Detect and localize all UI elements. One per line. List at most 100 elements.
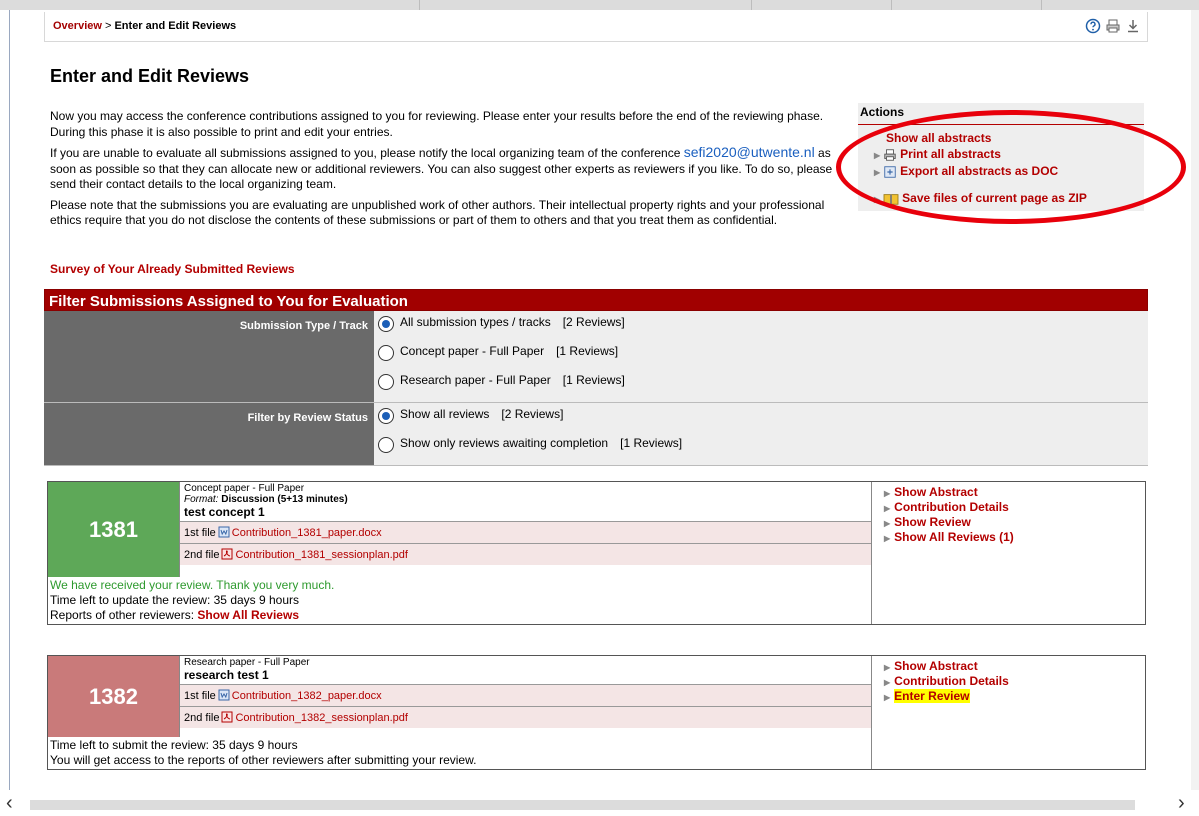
file-link[interactable]: Contribution_1381_paper.docx: [232, 527, 382, 539]
status-option-awaiting[interactable]: Show only reviews awaiting completion [1 …: [378, 436, 1148, 465]
contribution-details-link[interactable]: ▶ Contribution Details: [884, 674, 1145, 689]
submission-links: ▶ Show Abstract ▶ Contribution Details ▶ Sh…: [872, 482, 1145, 577]
submission-number: 1381: [48, 482, 180, 577]
type-option-count: [1 Reviews]: [562, 373, 625, 387]
status-option-count: [1 Reviews]: [620, 436, 683, 450]
bullet-icon: ▶: [884, 519, 891, 528]
breadcrumb-separator: >: [101, 20, 115, 32]
show-all-abstracts-link[interactable]: Show all abstracts: [886, 131, 991, 145]
vertical-scrollbar[interactable]: [1191, 10, 1199, 790]
file-label: 1st file: [184, 527, 216, 539]
submission-status: We have received your review. Thank you …: [48, 577, 872, 624]
actions-panel: Actions Show all abstracts ▶ Print all ab…: [858, 103, 1144, 211]
bullet-icon: ▶: [874, 151, 881, 160]
type-option-label: Research paper - Full Paper: [400, 373, 551, 387]
pdf-file-icon: [221, 711, 233, 723]
time-left: Time left to submit the review: 35 days …: [50, 738, 298, 752]
filter-type-row: Submission Type / Track All submission t…: [44, 311, 1148, 403]
file-link[interactable]: Contribution_1382_sessionplan.pdf: [235, 712, 407, 724]
link-label: Show Abstract: [894, 485, 978, 499]
print-icon: [884, 149, 896, 161]
status-option-all[interactable]: Show all reviews [2 Reviews]: [378, 407, 1148, 436]
zip-icon: [883, 194, 899, 205]
submission-card-1382: 1382 Research paper - Full Paper researc…: [47, 655, 1146, 770]
breadcrumb-bar: Overview > Enter and Edit Reviews: [44, 12, 1148, 42]
file-row-1: 1st file Contribution_1382_paper.docx: [180, 684, 871, 706]
file-link[interactable]: Contribution_1382_paper.docx: [232, 690, 382, 702]
reports-line: Reports of other reviewers: Show All Rev…: [50, 608, 869, 623]
link-label: Contribution Details: [894, 500, 1009, 514]
submission-status: Time left to submit the review: 35 days …: [48, 737, 872, 769]
submission-format: Format: Discussion (5+13 minutes): [180, 494, 871, 505]
organizer-email: sefi2020@utwente.nl: [683, 144, 815, 160]
docx-file-icon: [218, 526, 230, 538]
filter-panel: Filter Submissions Assigned to You for E…: [44, 289, 1148, 466]
survey-reviews-link[interactable]: Survey of Your Already Submitted Reviews: [50, 262, 295, 276]
access-note: You will get access to the reports of ot…: [50, 753, 477, 767]
breadcrumb: Overview > Enter and Edit Reviews: [53, 20, 236, 32]
actions-divider: [858, 124, 1144, 125]
submission-card-1381: 1381 Concept paper - Full Paper Format: …: [47, 481, 1146, 625]
breadcrumb-current: Enter and Edit Reviews: [114, 20, 237, 32]
print-all-abstracts-link[interactable]: ▶ Print all abstracts: [874, 147, 1001, 162]
filter-status-row: Filter by Review Status Show all reviews…: [44, 403, 1148, 466]
intro-paragraph-3: Please note that the submissions you are…: [50, 197, 825, 228]
radio-button[interactable]: [378, 437, 394, 453]
show-all-reviews-link[interactable]: ▶ Show All Reviews (1): [884, 530, 1145, 545]
format-label: Format:: [184, 494, 219, 505]
help-icon[interactable]: [1085, 18, 1101, 34]
link-label: Show Abstract: [894, 659, 978, 673]
type-option-label: All submission types / tracks: [400, 315, 551, 329]
type-option-label: Concept paper - Full Paper: [400, 344, 545, 358]
status-option-label: Show all reviews: [400, 407, 490, 421]
print-icon[interactable]: [1105, 18, 1121, 34]
scrollbar-track[interactable]: [30, 800, 1135, 810]
review-received-message: We have received your review. Thank you …: [50, 578, 335, 592]
type-option-count: [2 Reviews]: [562, 315, 625, 329]
print-all-label: Print all abstracts: [900, 147, 1001, 161]
link-label: Contribution Details: [894, 674, 1009, 688]
status-option-label: Show only reviews awaiting completion: [400, 436, 609, 450]
horizontal-scrollbar[interactable]: ‹ ›: [0, 790, 1199, 816]
show-review-link[interactable]: ▶ Show Review: [884, 515, 1145, 530]
radio-button[interactable]: [378, 374, 394, 390]
export-doc-link[interactable]: ▶ Export all abstracts as DOC: [874, 164, 1058, 179]
radio-button[interactable]: [378, 345, 394, 361]
download-icon[interactable]: [1125, 18, 1141, 34]
docx-file-icon: [218, 689, 230, 701]
filter-type-label: Submission Type / Track: [44, 311, 374, 402]
file-label: 1st file: [184, 690, 216, 702]
status-option-count: [2 Reviews]: [501, 407, 564, 421]
submission-title: test concept 1: [184, 505, 265, 519]
export-doc-icon: [884, 166, 896, 178]
type-option-all[interactable]: All submission types / tracks [2 Reviews]: [378, 315, 1148, 344]
contribution-details-link[interactable]: ▶ Contribution Details: [884, 500, 1145, 515]
file-row-1: 1st file Contribution_1381_paper.docx: [180, 521, 871, 543]
filter-status-label: Filter by Review Status: [44, 403, 374, 465]
submission-type: Concept paper - Full Paper: [184, 483, 305, 494]
link-label: Enter Review: [894, 689, 970, 703]
intro-paragraph-2: If you are unable to evaluate all submis…: [50, 144, 840, 193]
type-option-research[interactable]: Research paper - Full Paper [1 Reviews]: [378, 373, 1148, 402]
type-option-concept[interactable]: Concept paper - Full Paper [1 Reviews]: [378, 344, 1148, 373]
radio-button[interactable]: [378, 408, 394, 424]
arrow-left-icon[interactable]: ‹: [6, 792, 13, 815]
save-zip-label: Save files of current page as ZIP: [902, 191, 1087, 205]
enter-review-link[interactable]: ▶ Enter Review: [884, 689, 1145, 704]
submission-type: Research paper - Full Paper: [184, 657, 310, 668]
top-strip: [0, 0, 1199, 10]
file-link[interactable]: Contribution_1381_sessionplan.pdf: [235, 549, 407, 561]
show-all-reviews-inline-link[interactable]: Show All Reviews: [197, 608, 299, 622]
show-abstract-link[interactable]: ▶ Show Abstract: [884, 485, 1145, 500]
arrow-right-icon[interactable]: ›: [1178, 792, 1185, 815]
frame-left-border: [9, 10, 10, 790]
link-label: Show Review: [894, 515, 971, 529]
show-abstract-link[interactable]: ▶ Show Abstract: [884, 659, 1145, 674]
save-zip-link[interactable]: ▶ Save files of current page as ZIP: [874, 191, 1087, 206]
radio-button[interactable]: [378, 316, 394, 332]
intro-paragraph-1: Now you may access the conference contri…: [50, 109, 824, 139]
submission-number: 1382: [48, 656, 180, 737]
submission-title: research test 1: [184, 668, 269, 682]
breadcrumb-overview-link[interactable]: Overview: [53, 20, 102, 32]
filter-heading: Filter Submissions Assigned to You for E…: [44, 289, 1148, 311]
